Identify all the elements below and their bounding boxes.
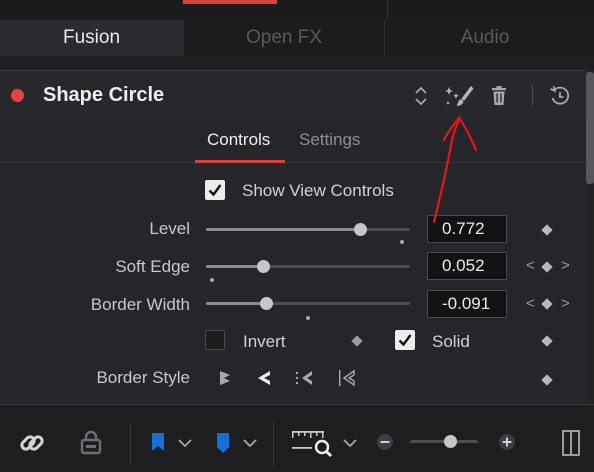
chevron-down-icon[interactable] — [241, 430, 259, 456]
show-view-controls-label: Show View Controls — [242, 181, 394, 200]
border-style-2-icon[interactable] — [253, 367, 275, 389]
chevron-down-icon[interactable] — [341, 430, 359, 456]
border-width-label: Border Width — [90, 295, 190, 314]
blue-marker-icon[interactable] — [213, 430, 233, 456]
tab-open-fx-label: Open FX — [245, 27, 323, 48]
tab-audio[interactable]: Audio — [385, 20, 585, 56]
tab-fusion-label: Fusion — [62, 27, 121, 48]
minus-icon[interactable] — [374, 431, 396, 453]
level-slider-thumb[interactable] — [354, 223, 367, 236]
lock-icon[interactable] — [76, 428, 106, 458]
border-width-prev-keyframe[interactable]: < — [526, 295, 535, 312]
expand-collapse-icon[interactable] — [410, 84, 432, 108]
zoom-slider-thumb[interactable] — [444, 435, 457, 448]
toolbar-separator — [273, 422, 274, 466]
soft-edge-label: Soft Edge — [115, 257, 190, 276]
border-style-1-icon[interactable] — [214, 367, 236, 389]
soft-edge-slider-thumb[interactable] — [257, 260, 270, 273]
reset-icon[interactable] — [548, 84, 572, 108]
tab-fusion[interactable]: Fusion — [0, 20, 183, 56]
border-style-3-icon[interactable] — [292, 367, 316, 389]
plus-icon[interactable] — [496, 431, 518, 453]
soft-edge-prev-keyframe[interactable]: < — [526, 257, 535, 274]
blue-flag-icon[interactable] — [148, 430, 168, 456]
invert-label: Invert — [243, 332, 286, 351]
tab-settings[interactable]: Settings — [299, 130, 360, 150]
chevron-down-icon[interactable] — [176, 430, 194, 456]
level-slider[interactable] — [206, 228, 410, 231]
link-icon[interactable] — [16, 428, 48, 458]
subtabs-divider — [0, 162, 586, 163]
magic-wand-brush-icon[interactable] — [444, 84, 476, 108]
panel-toggle-icon[interactable] — [560, 428, 582, 458]
level-default-tick — [400, 240, 404, 244]
scrollbar-thumb[interactable] — [586, 72, 594, 184]
invert-checkbox[interactable] — [205, 330, 225, 350]
solid-label: Solid — [432, 332, 470, 351]
active-tab-underline — [195, 160, 285, 163]
border-width-value-field[interactable]: -0.091 — [427, 290, 507, 318]
top-accent-bar — [183, 0, 277, 4]
soft-edge-slider[interactable] — [206, 265, 410, 268]
tool-title: Shape Circle — [43, 84, 165, 106]
soft-edge-value-field[interactable]: 0.052 — [427, 252, 507, 280]
top-strip — [0, 0, 594, 18]
border-width-default-tick — [306, 316, 310, 320]
header-separator — [532, 84, 533, 106]
soft-edge-next-keyframe[interactable]: > — [561, 257, 570, 274]
solid-checkbox[interactable] — [395, 330, 415, 350]
top-divider — [387, 0, 388, 18]
border-width-next-keyframe[interactable]: > — [561, 295, 570, 312]
border-width-slider-thumb[interactable] — [260, 297, 273, 310]
toolbar-separator — [130, 422, 131, 466]
level-label: Level — [149, 219, 190, 238]
border-style-label: Border Style — [96, 368, 190, 387]
tab-open-fx[interactable]: Open FX — [184, 20, 384, 56]
zoom-ruler-icon[interactable] — [290, 427, 336, 459]
level-value-field[interactable]: 0.772 — [427, 215, 507, 243]
border-style-4-icon[interactable] — [334, 367, 358, 389]
tab-audio-label: Audio — [460, 27, 510, 48]
soft-edge-default-tick — [210, 278, 214, 282]
show-view-controls-checkbox[interactable] — [205, 180, 225, 200]
border-width-slider[interactable] — [206, 302, 410, 305]
tool-enable-toggle[interactable] — [11, 89, 24, 102]
trash-icon[interactable] — [489, 84, 509, 108]
tab-controls[interactable]: Controls — [207, 130, 270, 150]
